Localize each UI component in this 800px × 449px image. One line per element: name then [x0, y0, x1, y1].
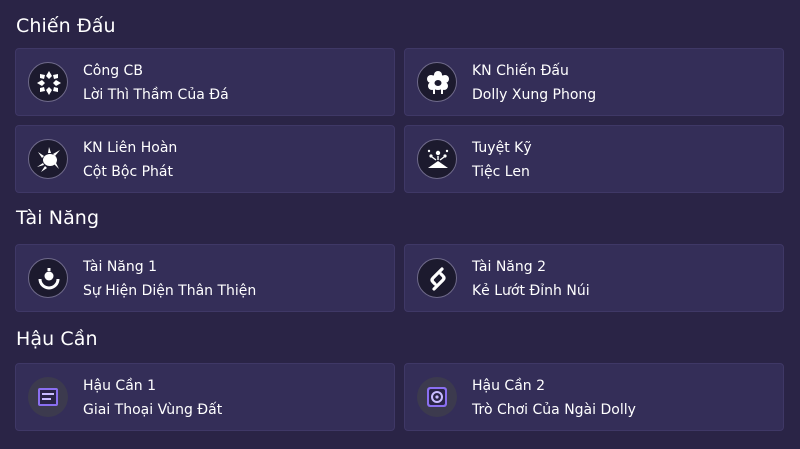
card-subtitle: Trò Chơi Của Ngài Dolly [472, 402, 636, 418]
card-subtitle: Lời Thì Thầm Của Đá [83, 87, 229, 103]
section-title-logistics: Hậu Cần [16, 328, 98, 350]
card-subtitle: Cột Bộc Phát [83, 164, 173, 180]
card-subtitle: Giai Thoại Vùng Đất [83, 402, 223, 418]
card-title: Tài Năng 1 [83, 259, 158, 275]
skill-card-logistics-2[interactable]: Hậu Cần 2 Trò Chơi Của Ngài Dolly [404, 363, 784, 431]
crystal-x-icon [28, 62, 68, 102]
burst-icon [28, 139, 68, 179]
card-title: KN Chiến Đấu [472, 63, 569, 79]
card-title: Hậu Cần 1 [83, 378, 157, 394]
card-subtitle: Dolly Xung Phong [472, 87, 597, 103]
card-title: Tuyệt Kỹ [472, 140, 532, 156]
skill-card-talent-1[interactable]: Tài Năng 1 Sự Hiện Diện Thân Thiện [15, 244, 395, 312]
skill-card-logistics-1[interactable]: Hậu Cần 1 Giai Thoại Vùng Đất [15, 363, 395, 431]
skill-card-talent-2[interactable]: Tài Năng 2 Kẻ Lướt Đỉnh Núi [404, 244, 784, 312]
card-title: Hậu Cần 2 [472, 378, 546, 394]
presence-icon [28, 258, 68, 298]
skill-card-combat-skill[interactable]: KN Chiến Đấu Dolly Xung Phong [404, 48, 784, 116]
card-subtitle: Tiệc Len [472, 164, 530, 180]
dice-icon [417, 377, 457, 417]
card-subtitle: Sự Hiện Diện Thân Thiện [83, 283, 257, 299]
scroll-icon [28, 377, 68, 417]
card-title: Tài Năng 2 [472, 259, 547, 275]
card-title: KN Liên Hoàn [83, 140, 178, 156]
card-subtitle: Kẻ Lướt Đỉnh Núi [472, 283, 590, 299]
sheep-icon [417, 62, 457, 102]
section-title-talent: Tài Năng [16, 207, 100, 229]
card-title: Công CB [83, 63, 143, 79]
fireworks-icon [417, 139, 457, 179]
skill-card-combo-skill[interactable]: KN Liên Hoàn Cột Bộc Phát [15, 125, 395, 193]
skill-card-basic-attack[interactable]: Công CB Lời Thì Thầm Của Đá [15, 48, 395, 116]
skill-card-ultimate[interactable]: Tuyệt Kỹ Tiệc Len [404, 125, 784, 193]
section-title-combat: Chiến Đấu [16, 15, 116, 37]
swirl-icon [417, 258, 457, 298]
